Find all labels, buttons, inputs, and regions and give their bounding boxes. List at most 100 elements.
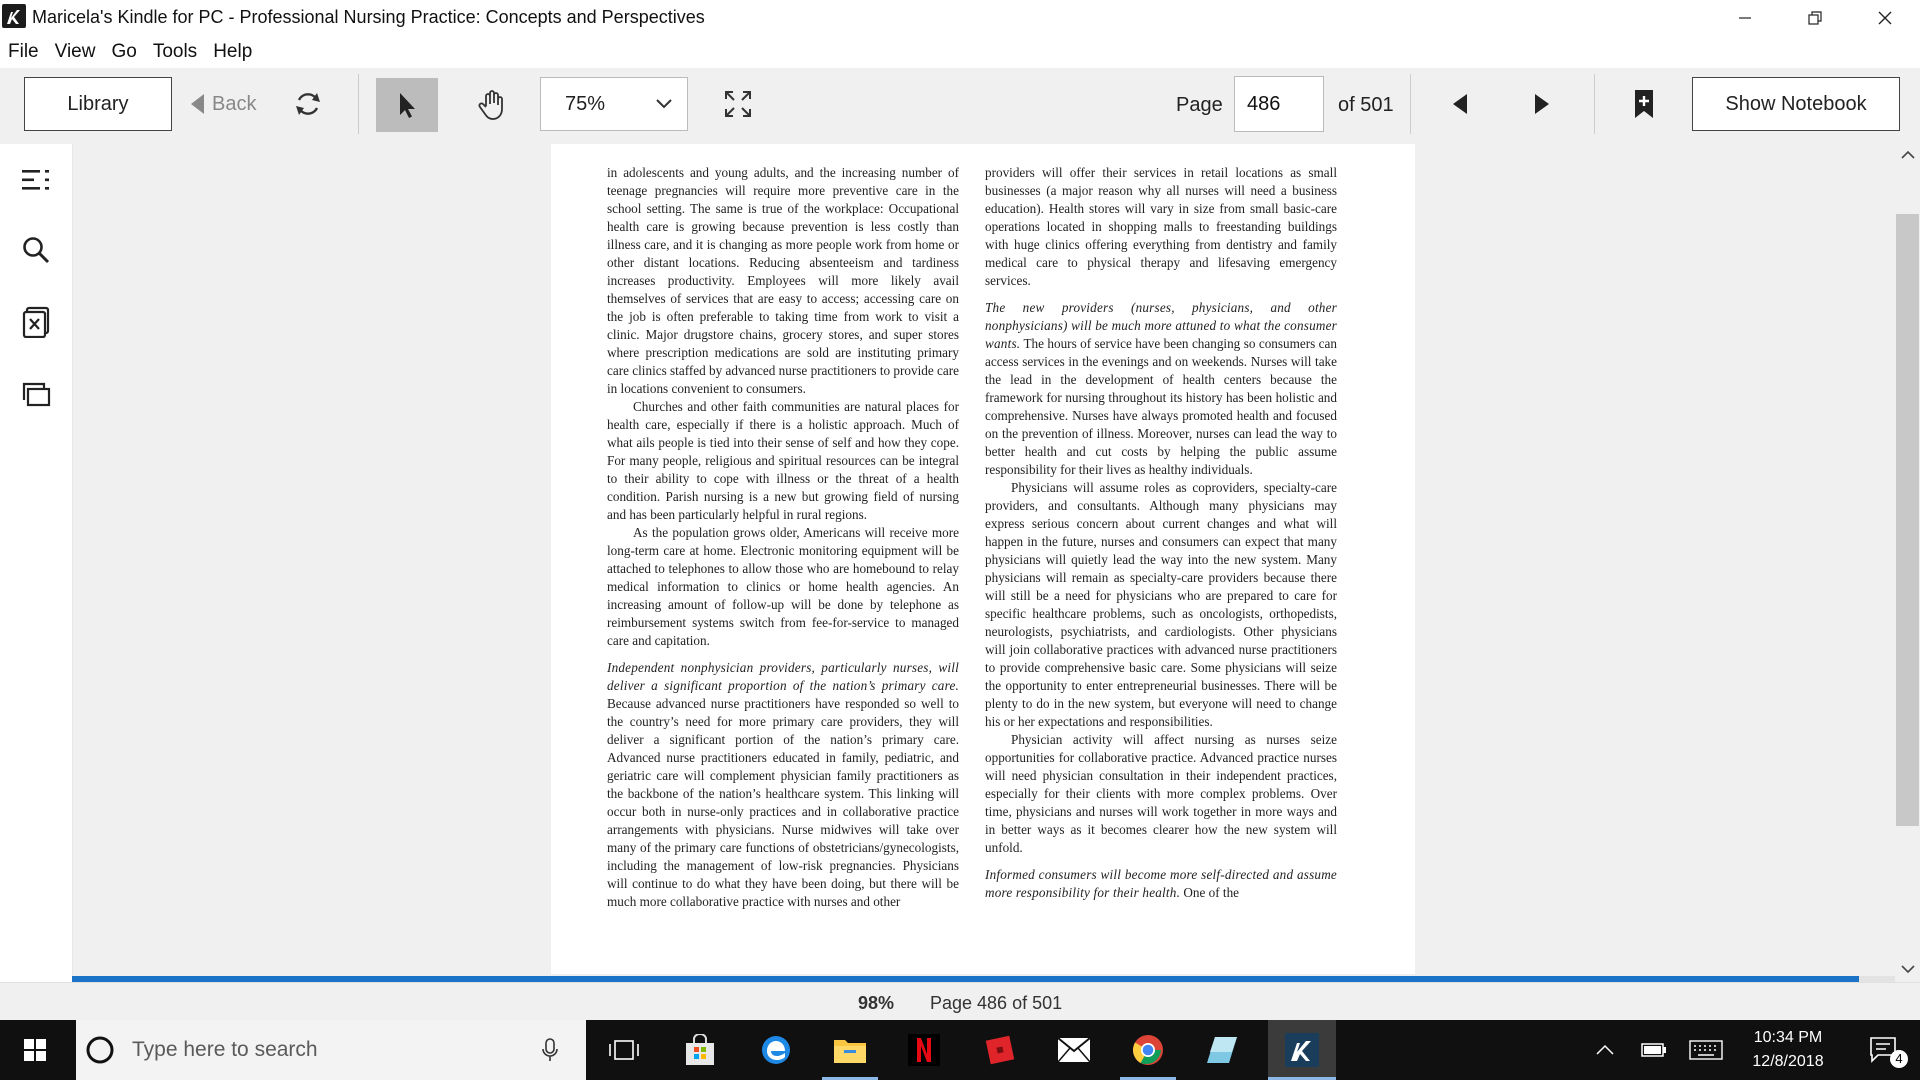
touch-keyboard-button[interactable] — [1684, 1020, 1728, 1080]
reading-area[interactable]: in adolescents and young adults, and the… — [73, 144, 1895, 982]
taskbar-search-box[interactable]: Type here to search — [76, 1020, 586, 1080]
chrome-button[interactable] — [1118, 1020, 1178, 1080]
microsoft-store-button[interactable] — [670, 1020, 730, 1080]
minimize-icon — [1737, 10, 1753, 26]
chrome-icon — [1132, 1034, 1164, 1066]
action-center-button[interactable]: 4 — [1856, 1020, 1912, 1080]
zoom-value: 75% — [565, 92, 606, 115]
window-title: Maricela's Kindle for PC - Professional … — [32, 7, 705, 27]
clock-time: 10:34 PM — [1753, 1029, 1823, 1046]
add-bookmark-button[interactable] — [1626, 84, 1662, 124]
vertical-scrollbar[interactable] — [1895, 144, 1920, 982]
menu-go[interactable]: Go — [103, 41, 144, 63]
flashcards-button[interactable] — [20, 306, 52, 338]
task-view-icon — [608, 1038, 640, 1062]
triangle-left-icon — [1452, 93, 1468, 115]
notification-count-badge: 4 — [1890, 1050, 1908, 1068]
chevron-up-icon — [1596, 1044, 1614, 1056]
left-nav — [0, 144, 73, 982]
paragraph: As the population grows older, Americans… — [607, 525, 959, 648]
select-tool-button[interactable] — [376, 78, 438, 132]
notebook-panel-button[interactable] — [20, 378, 52, 410]
battery-icon — [1641, 1043, 1667, 1057]
task-view-button[interactable] — [596, 1020, 652, 1080]
fullscreen-button[interactable] — [718, 84, 758, 124]
store-bag-icon — [683, 1034, 717, 1066]
edge-browser-button[interactable] — [746, 1020, 806, 1080]
menu-file[interactable]: File — [0, 41, 47, 63]
note-app-icon — [1205, 1034, 1239, 1066]
hand-icon — [477, 89, 507, 121]
battery-button[interactable] — [1634, 1020, 1674, 1080]
bookmark-plus-icon — [1634, 89, 1654, 119]
next-page-button[interactable] — [1524, 84, 1560, 124]
menu-view[interactable]: View — [47, 41, 104, 63]
menu-bar: File View Go Tools Help — [0, 38, 260, 66]
netflix-icon — [908, 1034, 940, 1066]
table-of-contents-button[interactable] — [20, 164, 52, 196]
pointer-icon — [395, 91, 419, 119]
scrollbar-thumb[interactable] — [1896, 214, 1919, 826]
fullscreen-icon — [724, 90, 752, 118]
paragraph-text: Because advanced nurse practitioners hav… — [607, 696, 959, 909]
text-column-right: providers will offer their services in r… — [985, 164, 1337, 902]
search-icon — [22, 236, 50, 264]
mail-button[interactable] — [1044, 1020, 1104, 1080]
minimize-button[interactable] — [1710, 0, 1780, 36]
chevron-down-icon[interactable] — [1901, 964, 1915, 974]
taskbar-clock[interactable]: 10:34 PM 12/8/2018 — [1740, 1026, 1836, 1074]
hand-tool-button[interactable] — [470, 82, 514, 128]
paragraph-lead: Independent nonphysician providers, part… — [607, 660, 959, 693]
sync-button[interactable] — [290, 84, 326, 124]
kindle-taskbar-button[interactable] — [1268, 1020, 1336, 1080]
pages-icon — [21, 381, 51, 407]
sync-icon — [293, 89, 323, 119]
toolbar-divider — [358, 74, 359, 134]
show-hidden-icons-button[interactable] — [1590, 1020, 1620, 1080]
cortana-circle-icon — [84, 1034, 116, 1066]
page-number-input[interactable] — [1234, 76, 1324, 132]
progress-percent: 98% — [858, 993, 895, 1013]
close-icon — [1877, 10, 1893, 26]
paragraph-lead: Informed consumers will become more self… — [985, 867, 1337, 900]
kindle-icon — [1285, 1033, 1319, 1067]
previous-page-button[interactable] — [1442, 84, 1478, 124]
chevron-up-icon[interactable] — [1901, 150, 1915, 160]
file-explorer-button[interactable] — [820, 1020, 880, 1080]
title-bar: Maricela's Kindle for PC - Professional … — [0, 0, 1920, 36]
status-bar: 98% Page 486 of 501 — [0, 982, 1920, 1021]
paragraph: The new providers (nurses, physicians, a… — [985, 299, 1337, 479]
start-button[interactable] — [0, 1020, 70, 1080]
menu-help[interactable]: Help — [205, 41, 260, 63]
back-arrow-icon — [190, 93, 206, 115]
page-location: Page 486 of 501 — [930, 993, 1063, 1013]
book-page: in adolescents and young adults, and the… — [551, 144, 1415, 974]
mail-icon — [1057, 1037, 1091, 1063]
red-app-button[interactable] — [970, 1020, 1030, 1080]
zoom-select[interactable]: 75% — [540, 77, 688, 131]
paragraph: Independent nonphysician providers, part… — [607, 659, 959, 911]
page-label: Page — [1176, 94, 1223, 116]
toolbar-divider — [1594, 74, 1595, 134]
microphone-icon[interactable] — [542, 1038, 558, 1062]
menu-tools[interactable]: Tools — [145, 41, 205, 63]
paragraph: Physicians will assume roles as coprovid… — [985, 480, 1337, 729]
paragraph-text: One of the — [1183, 885, 1240, 900]
search-button[interactable] — [20, 234, 52, 266]
text-column-left: in adolescents and young adults, and the… — [607, 164, 959, 911]
show-notebook-button[interactable]: Show Notebook — [1692, 77, 1900, 131]
library-button[interactable]: Library — [24, 77, 172, 131]
keyboard-icon — [1689, 1040, 1723, 1060]
netflix-button[interactable] — [894, 1020, 954, 1080]
restore-button[interactable] — [1780, 0, 1850, 36]
contents-list-icon — [21, 167, 51, 193]
back-button[interactable]: Back — [190, 84, 256, 124]
close-button[interactable] — [1850, 0, 1920, 36]
triangle-right-icon — [1534, 93, 1550, 115]
paragraph-text: The hours of service have been changing … — [985, 336, 1337, 477]
toolbar-divider — [1410, 74, 1411, 134]
toolbar: Library Back 75% Page of 501 Show Notebo… — [0, 68, 1920, 144]
sticky-app-button[interactable] — [1192, 1020, 1252, 1080]
paragraph: in adolescents and young adults, and the… — [607, 165, 959, 396]
edge-icon — [760, 1034, 792, 1066]
